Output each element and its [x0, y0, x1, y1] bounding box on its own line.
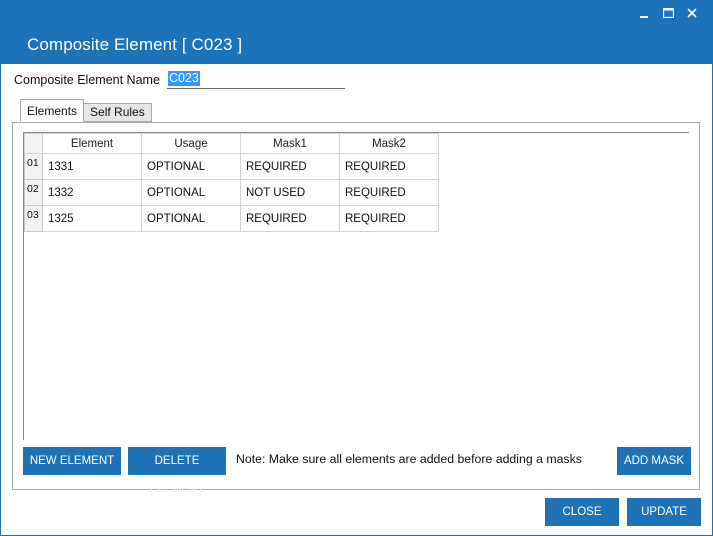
cell-mask1[interactable]: REQUIRED: [240, 205, 340, 232]
tab-self-rules[interactable]: Self Rules: [83, 103, 152, 122]
column-header-usage[interactable]: Usage: [141, 133, 241, 154]
tab-strip: Elements Self Rules: [20, 99, 152, 122]
cell-mask2[interactable]: REQUIRED: [339, 153, 439, 180]
add-mask-button[interactable]: ADD MASK: [617, 447, 691, 475]
composite-name-value: C023: [168, 71, 200, 86]
cell-usage[interactable]: OPTIONAL: [141, 205, 241, 232]
title-bar[interactable]: [1, 1, 712, 27]
cell-mask2[interactable]: REQUIRED: [339, 205, 439, 232]
maximize-icon[interactable]: [662, 5, 674, 21]
column-header-mask1[interactable]: Mask1: [240, 133, 340, 154]
composite-element-dialog: Composite Element [ C023 ] Composite Ele…: [0, 0, 713, 536]
elements-grid[interactable]: Element Usage Mask1 Mask2 01 1331 OPTION…: [23, 132, 689, 440]
cell-usage[interactable]: OPTIONAL: [141, 179, 241, 206]
minimize-icon[interactable]: [638, 5, 650, 21]
row-number[interactable]: 03: [24, 205, 43, 232]
cell-mask1[interactable]: REQUIRED: [240, 153, 340, 180]
column-header-element[interactable]: Element: [42, 133, 142, 154]
cell-mask1[interactable]: NOT USED: [240, 179, 340, 206]
tab-elements[interactable]: Elements: [20, 99, 85, 122]
grid-header-row: Element Usage Mask1 Mask2: [24, 133, 439, 154]
table-row[interactable]: 02 1332 OPTIONAL NOT USED REQUIRED: [24, 179, 439, 206]
window-controls: [638, 5, 698, 21]
mask-note: Note: Make sure all elements are added b…: [236, 452, 582, 466]
elements-tab-panel: Element Usage Mask1 Mask2 01 1331 OPTION…: [12, 122, 700, 495]
cell-element[interactable]: 1331: [42, 153, 142, 180]
composite-name-label: Composite Element Name: [14, 73, 160, 87]
grid-corner: [24, 133, 43, 154]
delete-element-button[interactable]: DELETE ELEMENT: [128, 447, 226, 495]
row-number[interactable]: 02: [24, 179, 43, 206]
dialog-header: Composite Element [ C023 ]: [1, 27, 712, 64]
cell-mask2[interactable]: REQUIRED: [339, 179, 439, 206]
new-element-button[interactable]: NEW ELEMENT: [23, 447, 121, 475]
table-row[interactable]: 01 1331 OPTIONAL REQUIRED REQUIRED: [24, 153, 439, 180]
update-button[interactable]: UPDATE: [627, 498, 701, 526]
dialog-title: Composite Element [ C023 ]: [27, 35, 243, 54]
composite-name-input[interactable]: C023: [167, 70, 345, 89]
elements-table: Element Usage Mask1 Mask2 01 1331 OPTION…: [24, 133, 439, 232]
cell-element[interactable]: 1325: [42, 205, 142, 232]
row-number[interactable]: 01: [24, 153, 43, 180]
cell-element[interactable]: 1332: [42, 179, 142, 206]
table-row[interactable]: 03 1325 OPTIONAL REQUIRED REQUIRED: [24, 205, 439, 232]
close-icon[interactable]: [686, 5, 698, 21]
cell-usage[interactable]: OPTIONAL: [141, 153, 241, 180]
close-button[interactable]: CLOSE: [545, 498, 619, 526]
column-header-mask2[interactable]: Mask2: [339, 133, 439, 154]
